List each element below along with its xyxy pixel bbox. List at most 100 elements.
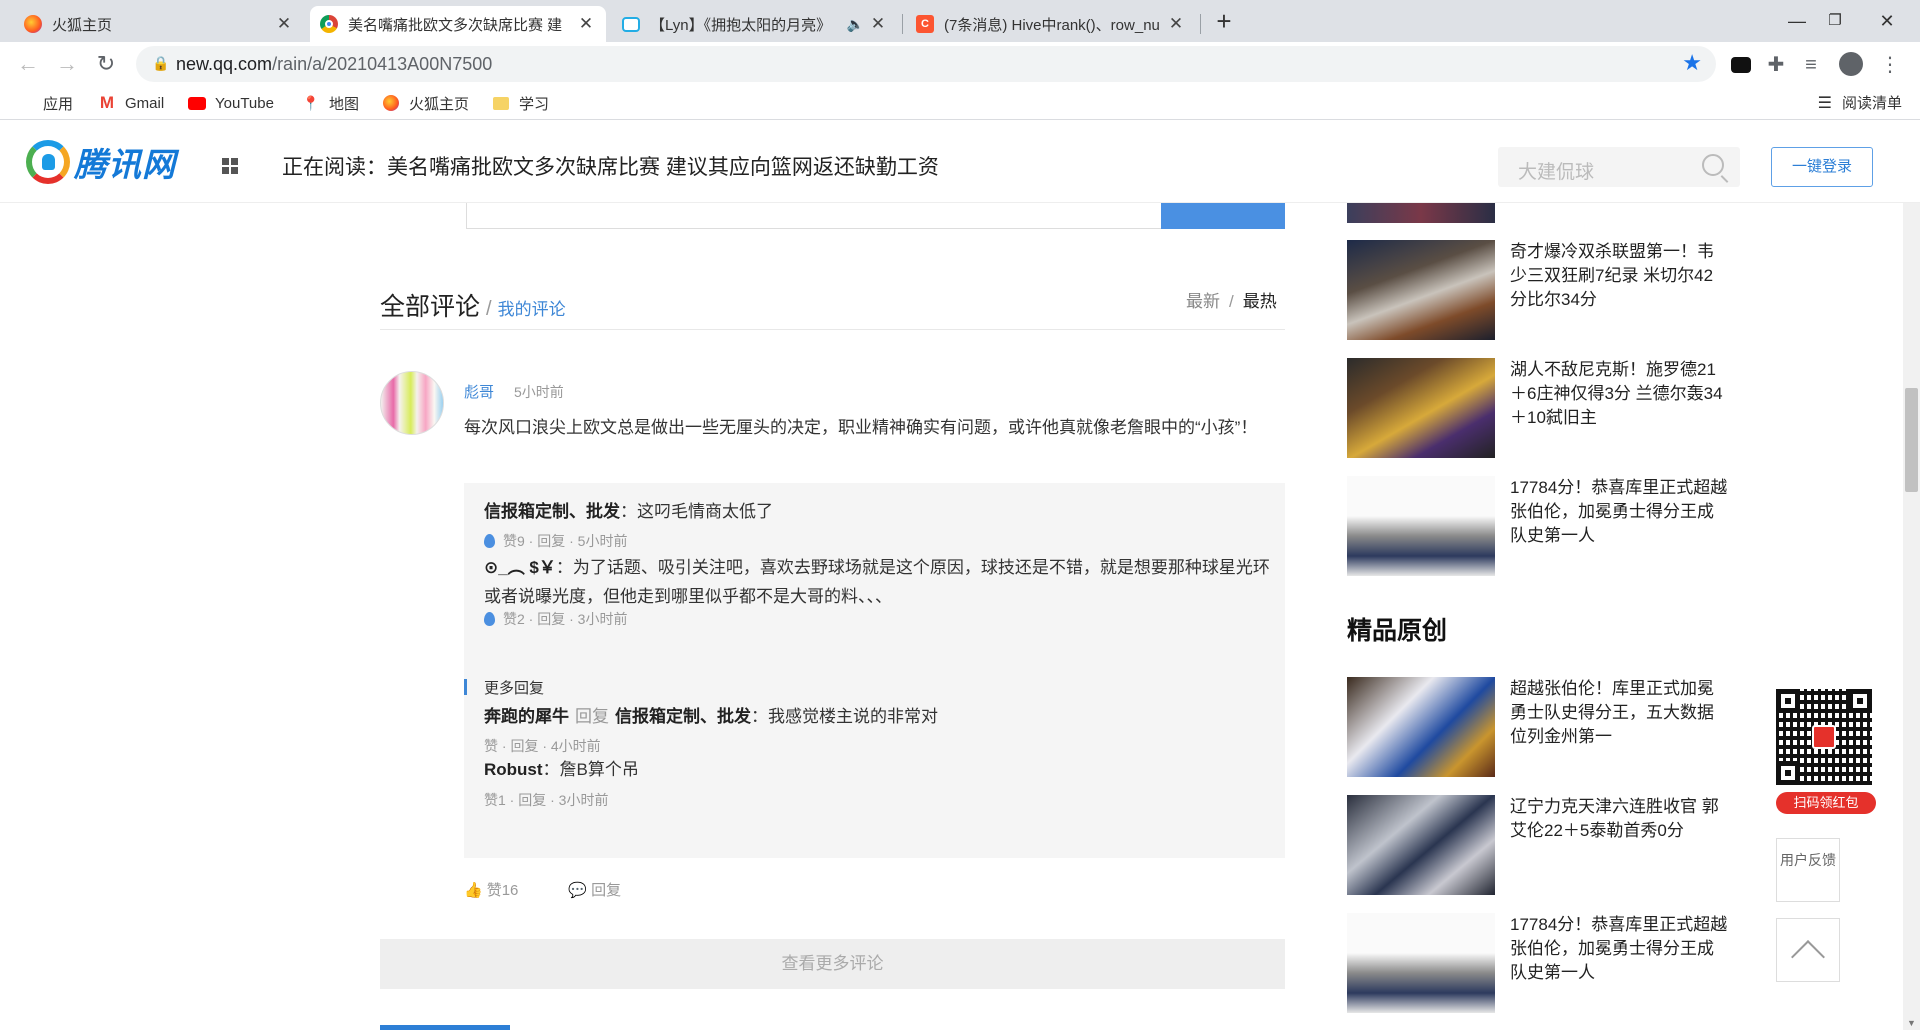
browser-tab-3[interactable]: 【Lyn】《拥抱太阳的月亮》 🔈 ✕ [612, 6, 898, 42]
reply-author[interactable]: 奔跑的犀牛 [484, 707, 569, 726]
close-tab-icon[interactable]: ✕ [274, 14, 294, 34]
reading-list-button[interactable]: ☰ 阅读清单 [1818, 92, 1902, 113]
close-window-button[interactable]: ✕ [1864, 6, 1910, 36]
bookmark-study-folder[interactable]: 学习 [492, 92, 549, 114]
chevron-up-icon [1791, 940, 1825, 974]
login-button[interactable]: 一键登录 [1771, 147, 1873, 187]
news-title[interactable]: 奇才爆冷双杀联盟第一！韦少三双狂刷7纪录 米切尔42分比尔34分 [1510, 240, 1728, 312]
comment-time: 5小时前 [514, 384, 564, 400]
reply-target[interactable]: 信报箱定制、批发 [615, 707, 751, 726]
menu-icon[interactable]: ⋮ [1877, 52, 1903, 78]
original-item[interactable]: 辽宁力克天津六连胜收官 郭艾伦22＋5泰勒首秀0分 [1347, 795, 1719, 895]
comment-input[interactable] [466, 201, 1162, 229]
reply-author[interactable]: Robust [484, 760, 543, 779]
reply-meta-text[interactable]: 赞2 · 回复 · 3小时前 [503, 609, 627, 629]
more-replies-label[interactable]: 更多回复 [484, 677, 544, 698]
speaker-icon[interactable]: 🔈 [847, 16, 864, 33]
news-title[interactable]: 超越张伯伦！库里正式加冕勇士队史得分王，五大数据位列金州第一 [1510, 677, 1728, 749]
reply-text: ：詹B算个吊 [542, 760, 639, 779]
news-thumbnail[interactable] [1347, 203, 1495, 223]
bookmark-gmail[interactable]: M Gmail [98, 92, 164, 114]
firefox-icon [24, 15, 42, 33]
site-search[interactable]: 大建侃球 [1498, 147, 1740, 187]
tencent-logo[interactable]: 腾讯网 [26, 140, 191, 184]
news-thumbnail[interactable] [1347, 240, 1495, 340]
back-to-top-button[interactable] [1776, 918, 1840, 982]
news-item[interactable]: 湖人不敌尼克斯！施罗德21＋6庄神仅得3分 兰德尔轰34＋10弑旧主 [1347, 358, 1723, 458]
bookmark-maps[interactable]: 📍 地图 [302, 92, 359, 114]
qr-code[interactable] [1776, 689, 1872, 785]
scrollbar[interactable]: ▲ ▼ [1903, 121, 1920, 1030]
scroll-down-arrow[interactable]: ▼ [1906, 1018, 1917, 1028]
original-item[interactable]: 超越张伯伦！库里正式加冕勇士队史得分王，五大数据位列金州第一 [1347, 677, 1714, 777]
news-thumbnail[interactable] [1347, 913, 1495, 1013]
like-count[interactable]: 赞16 [487, 879, 519, 900]
reply-item: 奔跑的犀牛 回复 信报箱定制、批发：我感觉楼主说的非常对 [484, 702, 1274, 731]
reply-meta-text[interactable]: 赞9 · 回复 · 5小时前 [503, 531, 627, 551]
news-title[interactable]: 17784分！恭喜库里正式超越张伯伦，加冕勇士得分王成队史第一人 [1510, 913, 1728, 985]
scrollbar-thumb[interactable] [1905, 388, 1918, 492]
bookmark-firefox[interactable]: 火狐主页 [382, 92, 469, 114]
bookmark-youtube[interactable]: YouTube [188, 92, 274, 114]
chrome-icon [320, 15, 338, 33]
reply-author[interactable]: ⊙_︵ $￥ [484, 558, 556, 577]
news-item[interactable]: 17784分！恭喜库里正式超越张伯伦，加冕勇士得分王成队史第一人 [1347, 476, 1727, 576]
address-bar[interactable]: 🔒 new.qq.com/rain/a/20210413A00N7500 ★ [136, 46, 1716, 82]
news-item[interactable]: 奇才爆冷双杀联盟第一！韦少三双狂刷7纪录 米切尔42分比尔34分 [1347, 240, 1714, 340]
news-title[interactable]: 17784分！恭喜库里正式超越张伯伦，加冕勇士得分王成队史第一人 [1510, 476, 1728, 548]
reading-list-label: 阅读清单 [1841, 95, 1902, 112]
thumbs-up-icon[interactable]: 👍 [464, 881, 483, 899]
site-header: 腾讯网 正在阅读：美名嘴痛批欧文多次缺席比赛 建议其应向篮网返还缺勤工资 大建侃… [0, 121, 1920, 203]
comment-bubble-icon: 💬 [568, 881, 588, 899]
lock-icon[interactable]: 🔒 [152, 55, 169, 72]
comment-submit-button[interactable] [1161, 201, 1285, 229]
browser-tab-2[interactable]: 美名嘴痛批欧文多次缺席比赛 建 ✕ [310, 6, 606, 42]
comment-author[interactable]: 彪哥 [464, 381, 494, 402]
reply-author[interactable]: 信报箱定制、批发 [484, 502, 620, 521]
original-item[interactable]: 17784分！恭喜库里正式超越张伯伦，加冕勇士得分王成队史第一人 [1347, 913, 1727, 1013]
page-content: 腾讯网 正在阅读：美名嘴痛批欧文多次缺席比赛 建议其应向篮网返还缺勤工资 大建侃… [0, 121, 1920, 1030]
qr-label[interactable]: 扫码领红包 [1776, 792, 1876, 814]
sort-latest[interactable]: 最新 [1186, 292, 1220, 311]
feedback-button[interactable]: 用户反馈 [1776, 838, 1840, 902]
bookmark-apps[interactable]: 应用 [18, 92, 73, 114]
like-drop-icon[interactable] [484, 612, 495, 626]
puzzle-extensions-icon[interactable]: ✚ [1763, 52, 1789, 78]
news-thumbnail[interactable] [1347, 795, 1495, 895]
close-tab-icon[interactable]: ✕ [1166, 14, 1186, 34]
title-separator: / [486, 298, 492, 320]
back-button[interactable]: ← [14, 50, 42, 78]
news-title[interactable]: 湖人不敌尼克斯！施罗德21＋6庄神仅得3分 兰德尔轰34＋10弑旧主 [1510, 358, 1728, 430]
news-thumbnail[interactable] [1347, 476, 1495, 576]
my-comments-link[interactable]: 我的评论 [498, 300, 566, 319]
new-tab-button[interactable]: + [1210, 8, 1238, 34]
news-thumbnail[interactable] [1347, 677, 1495, 777]
grid-menu-icon[interactable] [222, 158, 238, 174]
news-title[interactable]: 辽宁力克天津六连胜收官 郭艾伦22＋5泰勒首秀0分 [1510, 795, 1728, 843]
news-thumbnail[interactable] [1347, 358, 1495, 458]
reply-meta-text[interactable]: 赞1 · 回复 · 3小时前 [484, 790, 608, 810]
url-text[interactable]: new.qq.com/rain/a/20210413A00N7500 [176, 54, 492, 75]
maximize-button[interactable]: ❐ [1812, 6, 1858, 36]
bookmark-star-icon[interactable]: ★ [1682, 50, 1702, 76]
section-accent-bar [380, 1025, 510, 1030]
forward-button[interactable]: → [53, 50, 81, 78]
browser-tab-4[interactable]: C (7条消息) Hive中rank()、row_nu ✕ [906, 6, 1196, 42]
close-tab-icon[interactable]: ✕ [576, 14, 596, 34]
close-tab-icon[interactable]: ✕ [868, 14, 888, 34]
reading-list-icon: ☰ [1817, 94, 1832, 112]
profile-avatar-icon[interactable] [1838, 52, 1864, 78]
reply-action[interactable]: 💬 回复 [568, 879, 621, 900]
like-drop-icon[interactable] [484, 534, 495, 548]
media-control-icon[interactable]: ≡ [1798, 52, 1824, 78]
reload-button[interactable]: ↻ [92, 50, 120, 78]
avatar[interactable] [380, 371, 444, 435]
load-more-comments-button[interactable]: 查看更多评论 [380, 939, 1285, 989]
browser-tab-1[interactable]: 火狐主页 ✕ [14, 6, 304, 42]
reply-meta-text[interactable]: 赞 · 回复 · 4小时前 [484, 736, 601, 756]
extension-icon[interactable] [1728, 52, 1754, 78]
tab-title: 【Lyn】《拥抱太阳的月亮》 [650, 16, 832, 34]
search-icon[interactable] [1702, 154, 1724, 176]
reply-item: Robust：詹B算个吊 [484, 755, 1274, 784]
sort-hot[interactable]: 最热 [1243, 292, 1277, 311]
